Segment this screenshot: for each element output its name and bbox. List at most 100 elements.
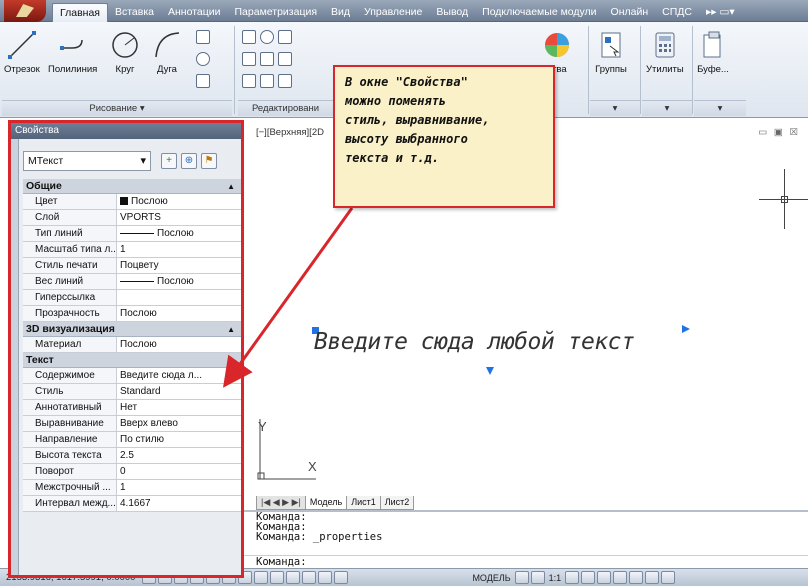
property-value[interactable]: 1: [117, 480, 241, 495]
mirror-icon[interactable]: [260, 52, 274, 66]
property-value[interactable]: 0: [117, 464, 241, 479]
clipboard-tool[interactable]: Буфе...: [696, 28, 730, 75]
property-row[interactable]: Выравнивание Вверх влево: [23, 416, 241, 432]
layout-nav-buttons[interactable]: |◀ ◀ ▶ ▶|: [256, 496, 306, 510]
viewport-label[interactable]: [−][Верхняя][2D: [256, 127, 324, 138]
lock-icon[interactable]: [613, 571, 628, 584]
lineweight-icon[interactable]: [286, 571, 301, 584]
property-value[interactable]: 1: [117, 242, 241, 257]
rectangle-icon[interactable]: [196, 30, 210, 44]
hatch-icon[interactable]: [196, 74, 210, 88]
panel-modify-title[interactable]: Редактировани: [238, 100, 333, 116]
property-row[interactable]: Масштаб типа л... 1: [23, 242, 241, 258]
property-row[interactable]: Направление По стилю: [23, 432, 241, 448]
arc-tool[interactable]: Дуга: [150, 28, 184, 75]
object-type-select[interactable]: МТекст: [23, 151, 151, 171]
property-value[interactable]: Послою: [117, 274, 241, 289]
dynamic-input-icon[interactable]: [270, 571, 285, 584]
property-row[interactable]: Материал Послою: [23, 337, 241, 353]
property-value[interactable]: 4.1667: [117, 496, 241, 511]
groups-tool[interactable]: Группы: [594, 28, 628, 75]
clean-screen-icon[interactable]: [661, 571, 676, 584]
mtext-grip-height[interactable]: [486, 367, 494, 375]
tab-home[interactable]: Главная: [52, 3, 108, 22]
collapse-arrow-icon[interactable]: ▲: [227, 322, 235, 337]
fillet-icon[interactable]: [278, 52, 292, 66]
property-row[interactable]: Цвет Послою: [23, 194, 241, 210]
tab-overflow-icon[interactable]: ▸▸ ▭▾: [699, 3, 742, 22]
tab-spds[interactable]: СПДС: [655, 3, 699, 22]
property-row[interactable]: Поворот 0: [23, 464, 241, 480]
category-text[interactable]: Текст ▲: [23, 353, 241, 368]
mtext-object[interactable]: Введите сюда любой текст: [314, 329, 635, 355]
tab-manage[interactable]: Управление: [357, 3, 429, 22]
tab-parametric[interactable]: Параметризация: [228, 3, 325, 22]
tab-output[interactable]: Вывод: [429, 3, 475, 22]
selection-cycling-icon[interactable]: [334, 571, 349, 584]
quick-view-drawings-icon[interactable]: [530, 571, 545, 584]
circle-tool[interactable]: Круг: [108, 28, 142, 75]
property-value[interactable]: Послою: [117, 194, 241, 209]
ellipse-icon[interactable]: [196, 52, 210, 66]
property-value[interactable]: 2.5: [117, 448, 241, 463]
select-objects-icon[interactable]: ⊕: [181, 153, 197, 169]
category-3d-visualization[interactable]: 3D визуализация ▲: [23, 322, 241, 337]
line-tool[interactable]: Отрезок: [4, 28, 40, 75]
property-row[interactable]: Гиперссылка: [23, 290, 241, 306]
property-value[interactable]: Послою: [117, 306, 241, 321]
utilities-tool[interactable]: Утилиты: [646, 28, 684, 75]
mtext-grip-width[interactable]: [682, 325, 690, 333]
properties-title[interactable]: Свойства: [11, 123, 241, 139]
property-value[interactable]: [117, 290, 241, 305]
category-general[interactable]: Общие ▲: [23, 179, 241, 194]
property-row[interactable]: Содержимое Введите сюда л...: [23, 368, 241, 384]
hardware-acceleration-icon[interactable]: [629, 571, 644, 584]
panel-utilities-dropdown[interactable]: ▾: [642, 100, 692, 116]
application-menu-button[interactable]: [4, 0, 46, 22]
annotation-visibility-icon[interactable]: [565, 571, 580, 584]
tab-annotate[interactable]: Аннотации: [161, 3, 228, 22]
auto-scale-icon[interactable]: [581, 571, 596, 584]
property-value[interactable]: Введите сюда л...: [117, 368, 241, 383]
quick-select-icon[interactable]: ⚑: [201, 153, 217, 169]
property-value[interactable]: VPORTS: [117, 210, 241, 225]
property-row[interactable]: Прозрачность Послою: [23, 306, 241, 322]
property-row[interactable]: Стиль печати Поцвету: [23, 258, 241, 274]
trim-icon[interactable]: [278, 30, 292, 44]
stretch-icon[interactable]: [242, 74, 256, 88]
toggle-pickadd-icon[interactable]: +: [161, 153, 177, 169]
property-row[interactable]: Тип линий Послою: [23, 226, 241, 242]
transparency-icon[interactable]: [302, 571, 317, 584]
property-value[interactable]: Нет: [117, 400, 241, 415]
property-row[interactable]: Стиль Standard: [23, 384, 241, 400]
copy-icon[interactable]: [242, 52, 256, 66]
command-window[interactable]: Команда: Команда: Команда: _properties К…: [244, 510, 808, 568]
property-row[interactable]: Аннотативный Нет: [23, 400, 241, 416]
quick-properties-icon[interactable]: [318, 571, 333, 584]
panel-draw-title[interactable]: Рисование ▾: [2, 100, 232, 116]
panel-groups-dropdown[interactable]: ▾: [590, 100, 640, 116]
isolate-objects-icon[interactable]: [645, 571, 660, 584]
quick-view-layouts-icon[interactable]: [514, 571, 529, 584]
tab-model[interactable]: Модель: [304, 496, 348, 510]
polyline-tool[interactable]: Полилиния: [48, 28, 97, 75]
tab-plugins[interactable]: Подключаемые модули: [475, 3, 603, 22]
rotate-icon[interactable]: [260, 30, 274, 44]
property-value[interactable]: По стилю: [117, 432, 241, 447]
tab-online[interactable]: Онлайн: [604, 3, 656, 22]
scale-icon[interactable]: [260, 74, 274, 88]
collapse-arrow-icon[interactable]: ▲: [227, 353, 235, 368]
annotation-scale[interactable]: 1:1: [546, 573, 565, 583]
tab-insert[interactable]: Вставка: [108, 3, 161, 22]
property-value[interactable]: Поцвету: [117, 258, 241, 273]
model-space-button[interactable]: МОДЕЛЬ: [469, 573, 513, 583]
panel-clipboard-dropdown[interactable]: ▾: [694, 100, 746, 116]
property-value[interactable]: Послою: [117, 337, 241, 352]
property-row[interactable]: Интервал межд... 4.1667: [23, 496, 241, 512]
property-row[interactable]: Слой VPORTS: [23, 210, 241, 226]
tab-sheet1[interactable]: Лист1: [346, 496, 381, 510]
tab-sheet2[interactable]: Лист2: [379, 496, 415, 510]
property-value[interactable]: Standard: [117, 384, 241, 399]
workspace-switching-icon[interactable]: [597, 571, 612, 584]
property-value[interactable]: Вверх влево: [117, 416, 241, 431]
